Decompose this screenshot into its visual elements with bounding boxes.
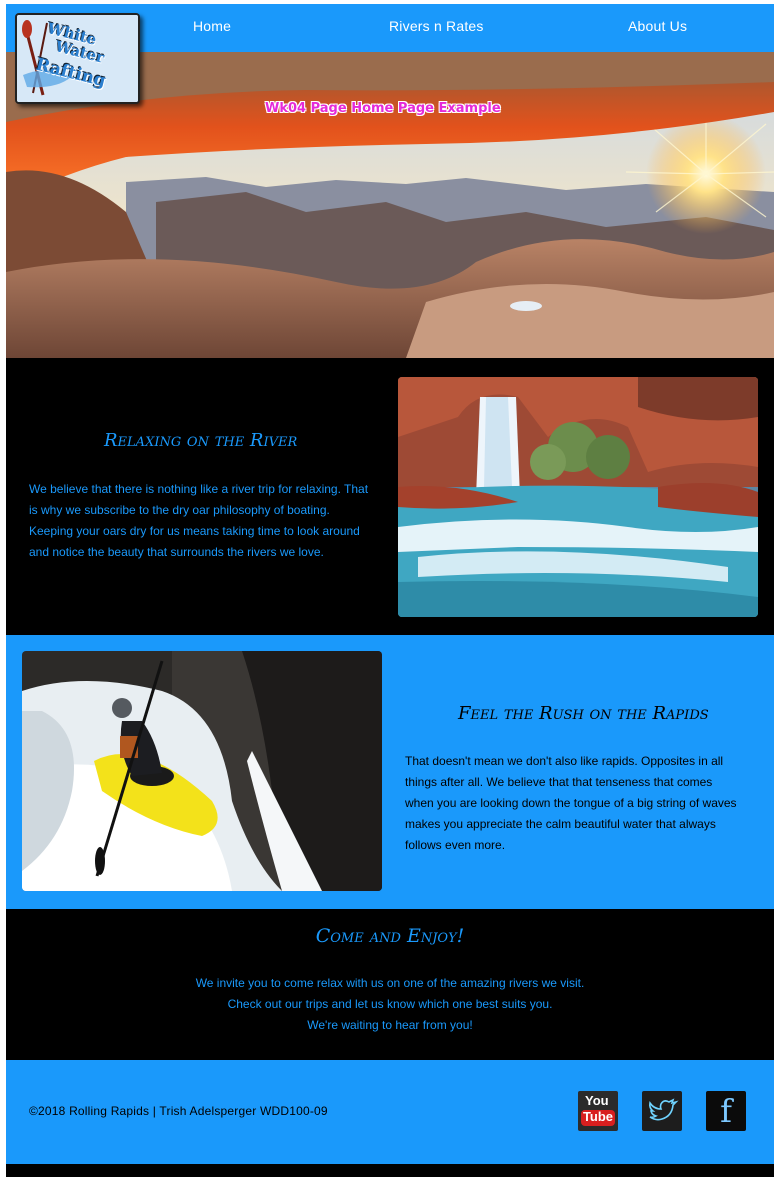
page: Home Rivers n Rates About Us White Water… [6,4,774,1177]
youtube-icon-top-text: You [585,1093,609,1108]
nav-rivers-rates-link[interactable]: Rivers n Rates [389,18,484,34]
facebook-f-glyph: f [720,1092,732,1130]
nav-about-link[interactable]: About Us [628,18,687,34]
section-relaxing: Relaxing on the River We believe that th… [6,358,774,635]
section-enjoy-line-2: Check out our trips and let us know whic… [227,997,553,1011]
youtube-icon[interactable]: You Tube [578,1091,618,1131]
nav-home-link[interactable]: Home [193,18,231,34]
footer: ©2018 Rolling Rapids | Trish Adelsperger… [6,1060,774,1164]
waterfall-image [398,377,758,617]
section-rapids: Feel the Rush on the Rapids That doesn't… [6,635,774,909]
section-relaxing-heading: Relaxing on the River [104,430,298,451]
section-relaxing-text: We believe that there is nothing like a … [29,482,369,559]
facebook-icon[interactable]: f [706,1091,746,1131]
kayaker-waterfall-image [22,651,382,891]
section-enjoy: Come and Enjoy! We invite you to come re… [6,909,774,1060]
section-rapids-text: That doesn't mean we don't also like rap… [405,754,737,852]
site-logo[interactable]: White Water Rafting [15,13,140,104]
footer-copyright: ©2018 Rolling Rapids | Trish Adelsperger… [29,1104,328,1118]
kayak-image [22,651,382,891]
hero-title: Wk04 Page Home Page Example [265,101,501,116]
section-enjoy-line-3: We're waiting to hear from you! [307,1018,473,1032]
twitter-icon[interactable] [642,1091,682,1131]
section-enjoy-heading: Come and Enjoy! [315,925,465,947]
section-rapids-heading: Feel the Rush on the Rapids [458,703,709,724]
twitter-bird-icon [649,1098,679,1121]
youtube-icon-bottom-text: Tube [582,1109,614,1124]
havasu-falls-image [398,377,758,617]
section-enjoy-line-1: We invite you to come relax with us on o… [195,976,585,990]
